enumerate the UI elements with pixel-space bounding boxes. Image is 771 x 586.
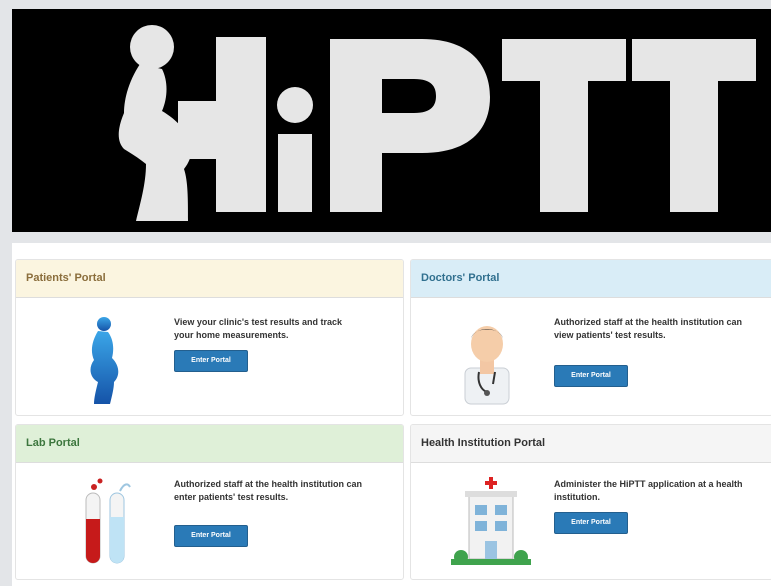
panel-description: Authorized staff at the health instituti… bbox=[174, 479, 363, 502]
enter-health-institution-portal-button[interactable]: Enter Portal bbox=[554, 512, 628, 534]
test-tubes-icon bbox=[80, 477, 140, 572]
panel-description: Administer the HiPTT application at a he… bbox=[554, 479, 743, 502]
pregnant-woman-icon bbox=[80, 316, 130, 411]
portal-grid: Patients' Portal View your clinic's test… bbox=[12, 243, 771, 586]
panel-title: Patients' Portal bbox=[16, 260, 403, 298]
enter-doctors-portal-button[interactable]: Enter Portal bbox=[554, 365, 628, 387]
hospital-icon bbox=[451, 477, 531, 572]
panel-title: Doctors' Portal bbox=[411, 260, 771, 298]
panel-title: Lab Portal bbox=[16, 425, 403, 463]
hiptt-banner bbox=[12, 9, 771, 232]
lab-portal-panel: Lab Portal Authorized staff at the healt… bbox=[15, 424, 404, 580]
hiptt-logo bbox=[118, 25, 756, 221]
panel-description: View your clinic's test results and trac… bbox=[174, 317, 343, 340]
doctors-portal-panel: Doctors' Portal Authorized staff at the … bbox=[410, 259, 771, 416]
enter-patients-portal-button[interactable]: Enter Portal bbox=[174, 350, 248, 372]
doctor-icon bbox=[459, 316, 515, 411]
patients-portal-panel: Patients' Portal View your clinic's test… bbox=[15, 259, 404, 416]
enter-lab-portal-button[interactable]: Enter Portal bbox=[174, 525, 248, 547]
health-institution-portal-panel: Health Institution Portal Administer the… bbox=[410, 424, 771, 580]
panel-description: Authorized staff at the health instituti… bbox=[554, 317, 743, 340]
panel-title: Health Institution Portal bbox=[411, 425, 771, 463]
